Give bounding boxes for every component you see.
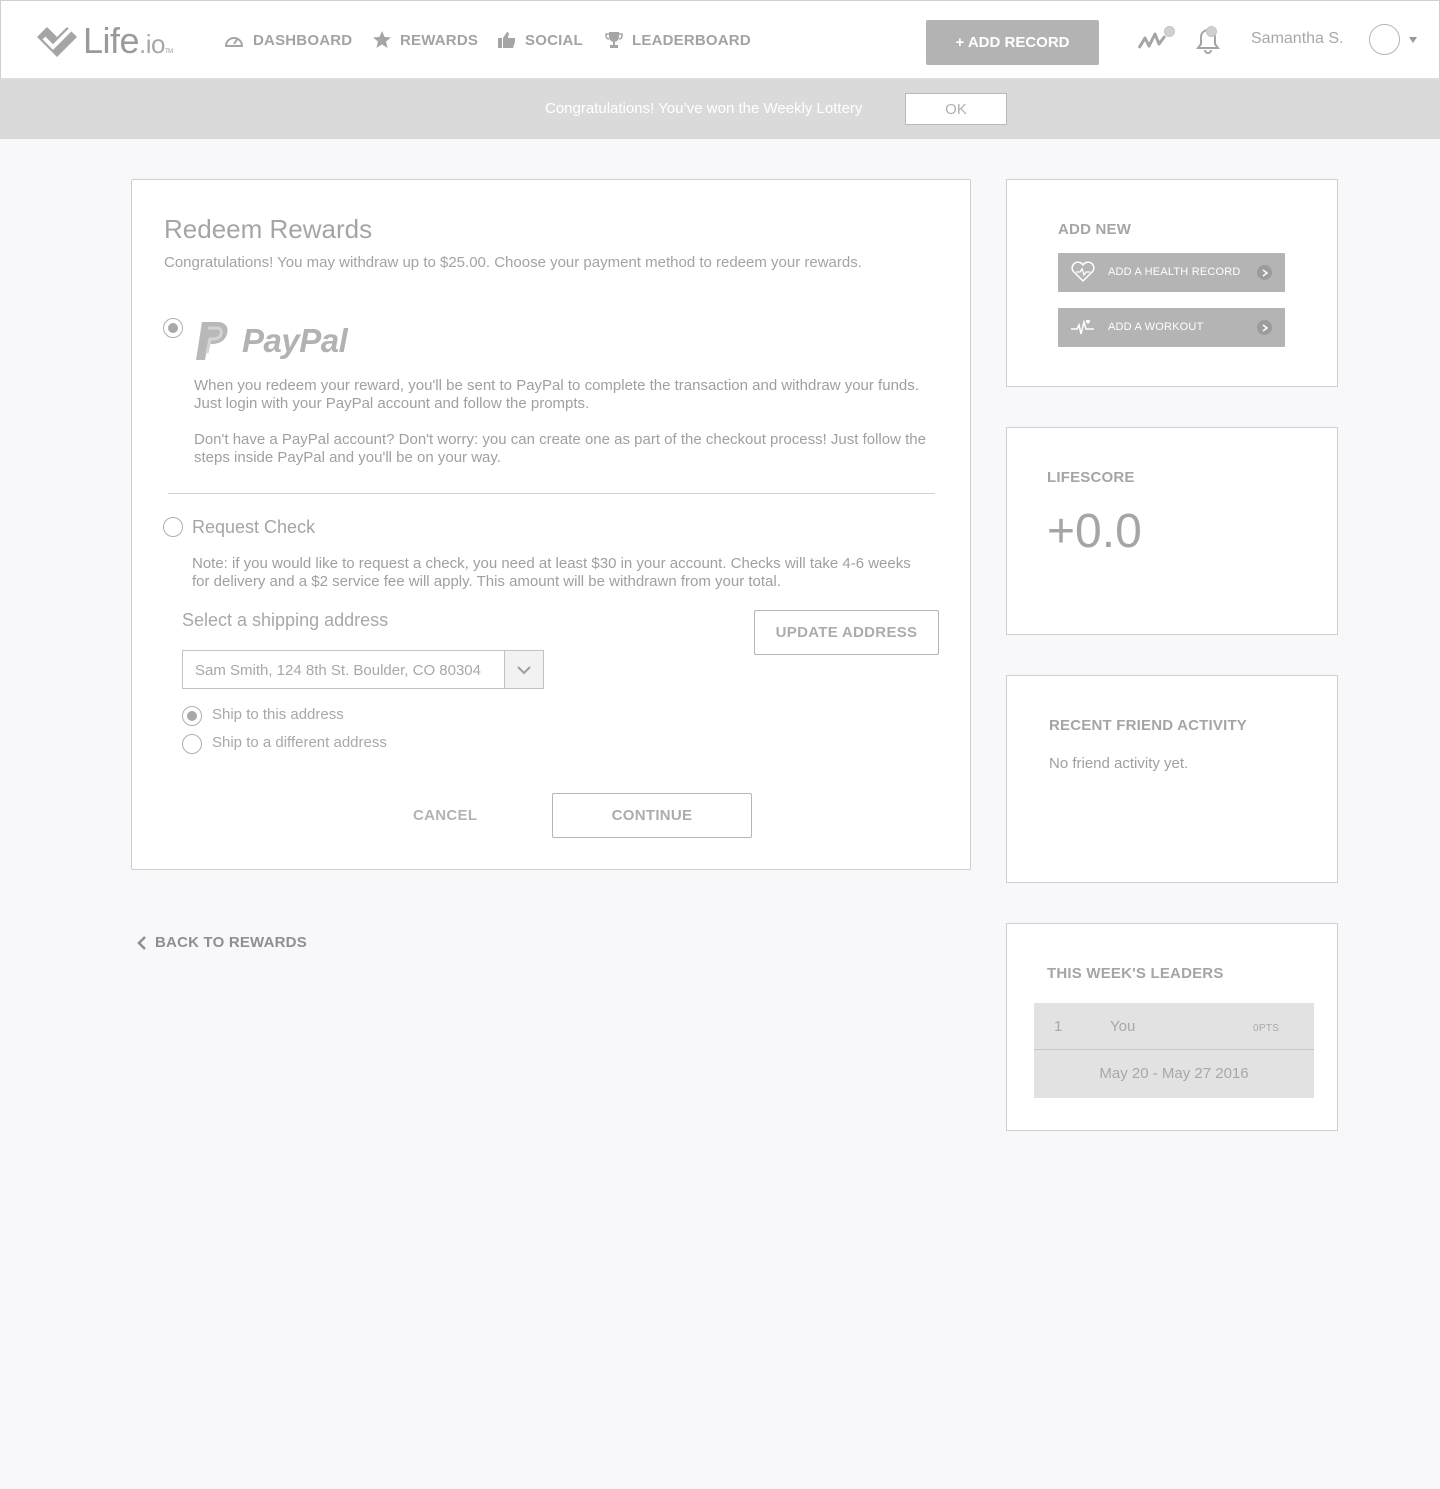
lifescore-value: +0.0 <box>1047 505 1142 558</box>
nav-dashboard-label: DASHBOARD <box>253 31 353 49</box>
speedometer-icon <box>224 37 244 47</box>
nav-leaderboard[interactable]: LEADERBOARD <box>604 30 751 50</box>
add-workout-label: ADD A WORKOUT <box>1108 321 1204 333</box>
nav-rewards-label: REWARDS <box>400 31 479 49</box>
cancel-button[interactable]: CANCEL <box>413 807 477 824</box>
request-check-radio[interactable] <box>163 517 183 537</box>
nav-social-label: SOCIAL <box>525 31 583 49</box>
trophy-icon <box>605 32 623 48</box>
activity-button[interactable] <box>1137 26 1175 57</box>
paypal-description: When you redeem your reward, you'll be s… <box>194 377 919 412</box>
request-check-label[interactable]: Request Check <box>192 517 315 538</box>
avatar[interactable] <box>1369 24 1400 55</box>
ship-this-address-radio[interactable] <box>182 706 202 726</box>
lifescore-title: LIFESCORE <box>1047 469 1135 486</box>
chevron-right-icon <box>1257 265 1272 280</box>
paypal-logo: PayPal <box>194 320 348 362</box>
life-io-logo[interactable]: Life.ioTM <box>35 23 173 59</box>
thumbs-up-icon <box>498 32 515 48</box>
banner-message: Congratulations! You’ve won the Weekly L… <box>545 100 863 117</box>
shipping-address-label: Select a shipping address <box>182 610 389 630</box>
star-icon <box>373 31 391 48</box>
leaders-date-range: May 20 - May 27 2016 <box>1099 1065 1249 1082</box>
page-subtitle: Congratulations! You may withdraw up to … <box>164 254 862 271</box>
chevron-right-icon <box>1257 320 1272 335</box>
logo-tm: TM <box>165 49 173 55</box>
nav-dashboard[interactable]: DASHBOARD <box>223 30 352 50</box>
heart-pulse-icon <box>1071 261 1095 283</box>
paypal-radio[interactable] <box>163 318 183 338</box>
shipping-address-value: Sam Smith, 124 8th St. Boulder, CO 80304 <box>195 662 481 679</box>
chevron-down-icon[interactable] <box>1409 37 1417 43</box>
update-address-button[interactable]: UPDATE ADDRESS <box>754 610 939 655</box>
leader-name: You <box>1110 1018 1136 1035</box>
back-to-rewards-label: BACK TO REWARDS <box>155 934 307 951</box>
back-to-rewards-link[interactable]: BACK TO REWARDS <box>137 934 307 951</box>
shipping-address-select[interactable]: Sam Smith, 124 8th St. Boulder, CO 80304 <box>182 650 544 689</box>
add-health-record-button[interactable]: ADD A HEALTH RECORD <box>1058 253 1285 292</box>
recent-friend-activity-card: RECENT FRIEND ACTIVITY No friend activit… <box>1006 675 1338 883</box>
activity-badge <box>1164 26 1175 37</box>
nav-social[interactable]: SOCIAL <box>497 30 583 50</box>
add-new-card: ADD NEW ADD A HEALTH RECORD ADD A WORKOU… <box>1006 179 1338 387</box>
section-divider <box>168 493 935 494</box>
continue-button[interactable]: CONTINUE <box>552 793 752 838</box>
lottery-banner: Congratulations! You’ve won the Weekly L… <box>0 79 1440 139</box>
nav-leaderboard-label: LEADERBOARD <box>632 31 751 49</box>
select-arrow[interactable] <box>504 651 543 688</box>
notifications-button[interactable] <box>1196 26 1220 59</box>
paypal-p-icon <box>196 322 228 360</box>
ship-this-address-label[interactable]: Ship to this address <box>212 706 344 723</box>
top-nav-bar: Life.ioTM DASHBOARD REWARDS SOCIAL LEADE… <box>0 0 1440 79</box>
heart-check-logo-icon <box>37 27 77 57</box>
logo-main-text: Life <box>83 20 140 61</box>
ship-different-address-label[interactable]: Ship to a different address <box>212 734 387 751</box>
add-record-button[interactable]: + ADD RECORD <box>926 20 1099 65</box>
nav-rewards[interactable]: REWARDS <box>372 30 478 50</box>
leader-points: 0PTS <box>1253 1023 1280 1034</box>
page-title: Redeem Rewards <box>164 214 373 244</box>
chevron-down-icon <box>517 665 531 674</box>
paypal-wordmark: PayPal <box>242 322 348 359</box>
banner-ok-button[interactable]: OK <box>905 93 1007 125</box>
add-new-title: ADD NEW <box>1058 221 1132 238</box>
add-workout-button[interactable]: ADD A WORKOUT <box>1058 308 1285 347</box>
user-name[interactable]: Samantha S. <box>1251 30 1344 48</box>
friend-activity-empty: No friend activity yet. <box>1049 755 1189 772</box>
ship-different-address-radio[interactable] <box>182 734 202 754</box>
notifications-badge <box>1206 26 1217 37</box>
friend-activity-title: RECENT FRIEND ACTIVITY <box>1049 717 1248 734</box>
redeem-rewards-card: Redeem Rewards Congratulations! You may … <box>131 179 971 870</box>
table-row[interactable]: 1 You 0PTS <box>1034 1003 1314 1050</box>
add-health-record-label: ADD A HEALTH RECORD <box>1108 266 1241 278</box>
weekly-leaders-card: THIS WEEK'S LEADERS 1 You 0PTS May 20 - … <box>1006 923 1338 1131</box>
logo-suffix-text: .io <box>139 29 166 59</box>
lifescore-card: LIFESCORE +0.0 <box>1006 427 1338 635</box>
heartbeat-line-icon <box>1071 319 1094 335</box>
check-note: Note: if you would like to request a che… <box>192 555 911 590</box>
leaders-title: THIS WEEK'S LEADERS <box>1047 965 1224 982</box>
paypal-no-account-note: Don't have a PayPal account? Don't worry… <box>194 431 926 466</box>
leader-rank: 1 <box>1054 1018 1063 1035</box>
chevron-left-icon <box>137 935 146 950</box>
leaders-table: 1 You 0PTS May 20 - May 27 2016 <box>1034 1003 1314 1098</box>
